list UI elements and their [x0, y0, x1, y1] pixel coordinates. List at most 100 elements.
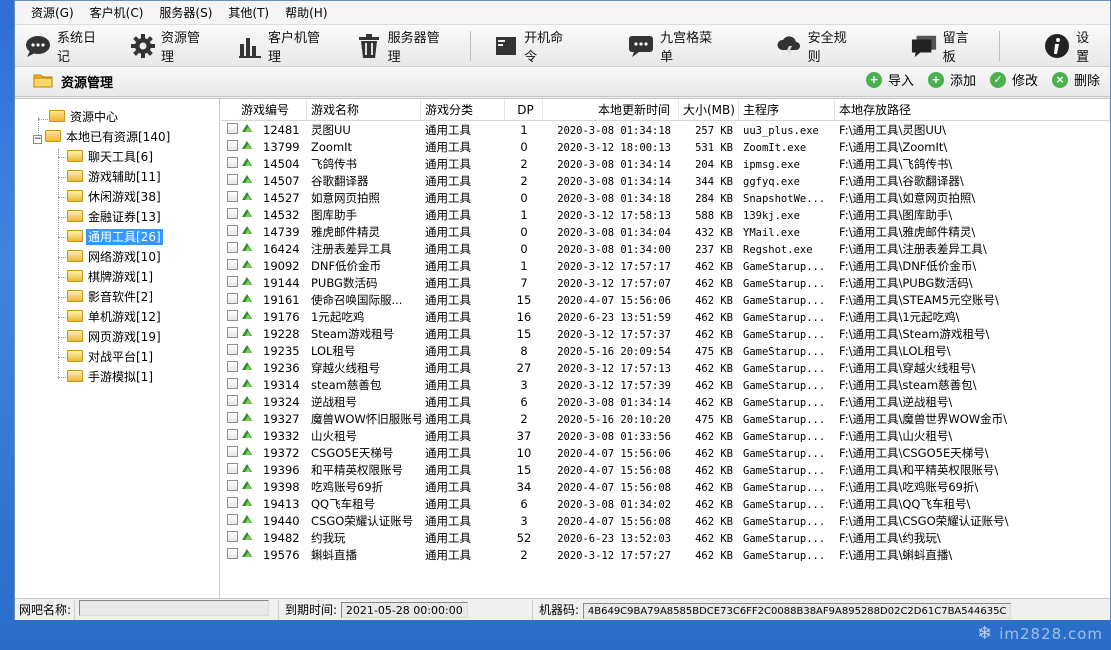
menu-item-4[interactable]: 帮助(H) [277, 1, 335, 25]
tree-node-category[interactable]: 通用工具[26] [15, 227, 219, 247]
tree-node-category[interactable]: 影音软件[2] [15, 287, 219, 307]
row-checkbox[interactable] [227, 310, 238, 321]
table-row[interactable]: 19396 和平精英权限账号 通用工具 15 2020-4-07 15:56:08 462… [221, 462, 1110, 479]
table-row[interactable]: 19576 蝌蚪直播 通用工具 2 2020-3-12 17:57:27 462 KB Ga… [221, 547, 1110, 564]
menu-item-2[interactable]: 服务器(S) [151, 1, 220, 25]
table-cell: DNF低价金币 [307, 258, 421, 275]
column-header[interactable]: 主程序 [739, 99, 835, 120]
tree-node-category[interactable]: 对战平台[1] [15, 347, 219, 367]
table-row[interactable]: 14527 如意网页拍照 通用工具 0 2020-3-08 01:34:18 284 KB… [221, 190, 1110, 207]
table-row[interactable]: 19176 1元起吃鸡 通用工具 16 2020-6-23 13:51:59 462 KB… [221, 309, 1110, 326]
tree-node-local[interactable]: − 本地已有资源[140] [15, 127, 219, 147]
table-row[interactable]: 13799 ZoomIt 通用工具 0 2020-3-12 18:00:13 531 KB… [221, 139, 1110, 156]
column-header[interactable]: 本地存放路径 [835, 99, 1110, 120]
toolbar-button-1[interactable]: 资源管理 [126, 28, 221, 65]
table-row[interactable]: 19161 使命召唤国际服... 通用工具 15 2020-4-07 15:56:06 4… [221, 292, 1110, 309]
toolbar-button-2[interactable]: 客户机管理 [233, 28, 341, 65]
toolbar-button-7[interactable]: 留言板 [907, 28, 989, 65]
row-checkbox[interactable] [227, 531, 238, 542]
table-row[interactable]: 19327 魔兽WOW怀旧服账号 通用工具 2 2020-5-16 20:10:20 47… [221, 411, 1110, 428]
action-button-3[interactable]: × 删除 [1051, 70, 1100, 89]
column-header[interactable]: 游戏编号 [221, 99, 307, 120]
toolbar-button-6[interactable]: 安全规则 [772, 28, 867, 65]
cell-text: 3 [520, 514, 528, 528]
table-row[interactable]: 19228 Steam游戏租号 通用工具 15 2020-3-12 17:57:37 46… [221, 326, 1110, 343]
column-header[interactable]: 大小(MB) [679, 99, 739, 120]
table-row[interactable]: 19314 steam慈善包 通用工具 3 2020-3-12 17:57:39 462 … [221, 377, 1110, 394]
row-checkbox[interactable] [227, 293, 238, 304]
row-checkbox[interactable] [227, 157, 238, 168]
row-checkbox[interactable] [227, 276, 238, 287]
row-checkbox[interactable] [227, 140, 238, 151]
row-checkbox[interactable] [227, 497, 238, 508]
column-header[interactable]: 游戏名称 [307, 99, 421, 120]
row-checkbox[interactable] [227, 242, 238, 253]
table-row[interactable]: 12481 灵图UU 通用工具 1 2020-3-08 01:34:18 257 KB uu… [221, 122, 1110, 139]
action-label: 导入 [887, 74, 914, 89]
table-row[interactable]: 19482 约我玩 通用工具 52 2020-6-23 13:52:03 462 KB Ga… [221, 530, 1110, 547]
toolbar-button-4[interactable]: 开机命令 [489, 28, 584, 65]
table-row[interactable]: 14507 谷歌翻译器 通用工具 2 2020-3-08 01:34:14 344 KB g… [221, 173, 1110, 190]
tree-node-root[interactable]: 资源中心 [15, 107, 219, 127]
column-header[interactable]: DP [505, 99, 543, 120]
row-checkbox[interactable] [227, 446, 238, 457]
menu-item-1[interactable]: 客户机(C) [82, 1, 152, 25]
row-checkbox[interactable] [227, 480, 238, 491]
tree-node-category[interactable]: 网页游戏[19] [15, 327, 219, 347]
table-cell: F:\通用工具\图库助手\ [835, 207, 1110, 224]
table-row[interactable]: 19372 CSGO5E天梯号 通用工具 10 2020-4-07 15:56:06 46… [221, 445, 1110, 462]
table-row[interactable]: 19413 QQ飞车租号 通用工具 6 2020-3-08 01:34:02 462 KB… [221, 496, 1110, 513]
table-row[interactable]: 14739 雅虎邮件精灵 通用工具 0 2020-3-08 01:34:04 432 KB… [221, 224, 1110, 241]
tree-node-category[interactable]: 手游模拟[1] [15, 367, 219, 387]
collapse-icon[interactable]: − [33, 135, 42, 144]
table-row[interactable]: 19235 LOL租号 通用工具 8 2020-5-16 20:09:54 475 KB G… [221, 343, 1110, 360]
action-button-0[interactable]: + 导入 [865, 70, 914, 89]
table-row[interactable]: 19332 山火租号 通用工具 37 2020-3-08 01:33:56 462 KB G… [221, 428, 1110, 445]
row-checkbox[interactable] [227, 514, 238, 525]
menu-item-3[interactable]: 其他(T) [220, 1, 277, 25]
row-checkbox[interactable] [227, 548, 238, 559]
toolbar-button-5[interactable]: 九宫格菜单 [624, 28, 732, 65]
tree-node-category[interactable]: 休闲游戏[38] [15, 187, 219, 207]
menu-item-0[interactable]: 资源(G) [23, 1, 82, 25]
cell-text: 139kj.exe [743, 209, 800, 222]
row-checkbox[interactable] [227, 123, 238, 134]
row-checkbox[interactable] [227, 208, 238, 219]
row-checkbox[interactable] [227, 429, 238, 440]
action-button-2[interactable]: ✓ 修改 [989, 70, 1038, 89]
row-checkbox[interactable] [227, 463, 238, 474]
row-checkbox[interactable] [227, 327, 238, 338]
tree-node-category[interactable]: 单机游戏[12] [15, 307, 219, 327]
table-row[interactable]: 14532 图库助手 通用工具 1 2020-3-12 17:58:13 588 KB 13… [221, 207, 1110, 224]
row-checkbox[interactable] [227, 174, 238, 185]
table-row[interactable]: 19398 吃鸡账号69折 通用工具 34 2020-4-07 15:56:08 462 … [221, 479, 1110, 496]
table-row[interactable]: 19236 穿越火线租号 通用工具 27 2020-3-12 17:57:13 462 K… [221, 360, 1110, 377]
column-header[interactable]: 游戏分类 [421, 99, 505, 120]
table-row[interactable]: 19324 逆战租号 通用工具 6 2020-3-08 01:34:14 462 KB Ga… [221, 394, 1110, 411]
toolbar-button-3[interactable]: 服务器管理 [353, 28, 461, 65]
action-button-1[interactable]: + 添加 [927, 70, 976, 89]
tree-node-category[interactable]: 棋牌游戏[1] [15, 267, 219, 287]
table-row[interactable]: 19144 PUBG数活码 通用工具 7 2020-3-12 17:57:07 462 K… [221, 275, 1110, 292]
table-row[interactable]: 14504 飞鸽传书 通用工具 2 2020-3-08 01:34:14 204 KB ip… [221, 156, 1110, 173]
toolbar-button-8[interactable]: 设置 [1040, 28, 1110, 65]
tree-node-category[interactable]: 金融证券[13] [15, 207, 219, 227]
row-checkbox[interactable] [227, 412, 238, 423]
row-checkbox[interactable] [227, 378, 238, 389]
table-row[interactable]: 19092 DNF低价金币 通用工具 1 2020-3-12 17:57:17 462 K… [221, 258, 1110, 275]
row-checkbox[interactable] [227, 361, 238, 372]
row-checkbox[interactable] [227, 344, 238, 355]
toolbar-button-0[interactable]: 系统日记 [21, 28, 116, 65]
tree-node-category[interactable]: 游戏辅助[11] [15, 167, 219, 187]
tree-node-category[interactable]: 聊天工具[6] [15, 147, 219, 167]
row-checkbox[interactable] [227, 259, 238, 270]
table-row[interactable]: 19440 CSGO荣耀认证账号 通用工具 3 2020-4-07 15:56:08 46… [221, 513, 1110, 530]
row-checkbox[interactable] [227, 191, 238, 202]
table-row[interactable]: 16424 注册表差异工具 通用工具 0 2020-3-08 01:34:00 237 K… [221, 241, 1110, 258]
game-id: 16424 [263, 242, 300, 256]
row-checkbox[interactable] [227, 225, 238, 236]
cell-text: 1 [520, 259, 528, 273]
column-header[interactable]: 本地更新时间 [543, 99, 679, 120]
row-checkbox[interactable] [227, 395, 238, 406]
tree-node-category[interactable]: 网络游戏[10] [15, 247, 219, 267]
